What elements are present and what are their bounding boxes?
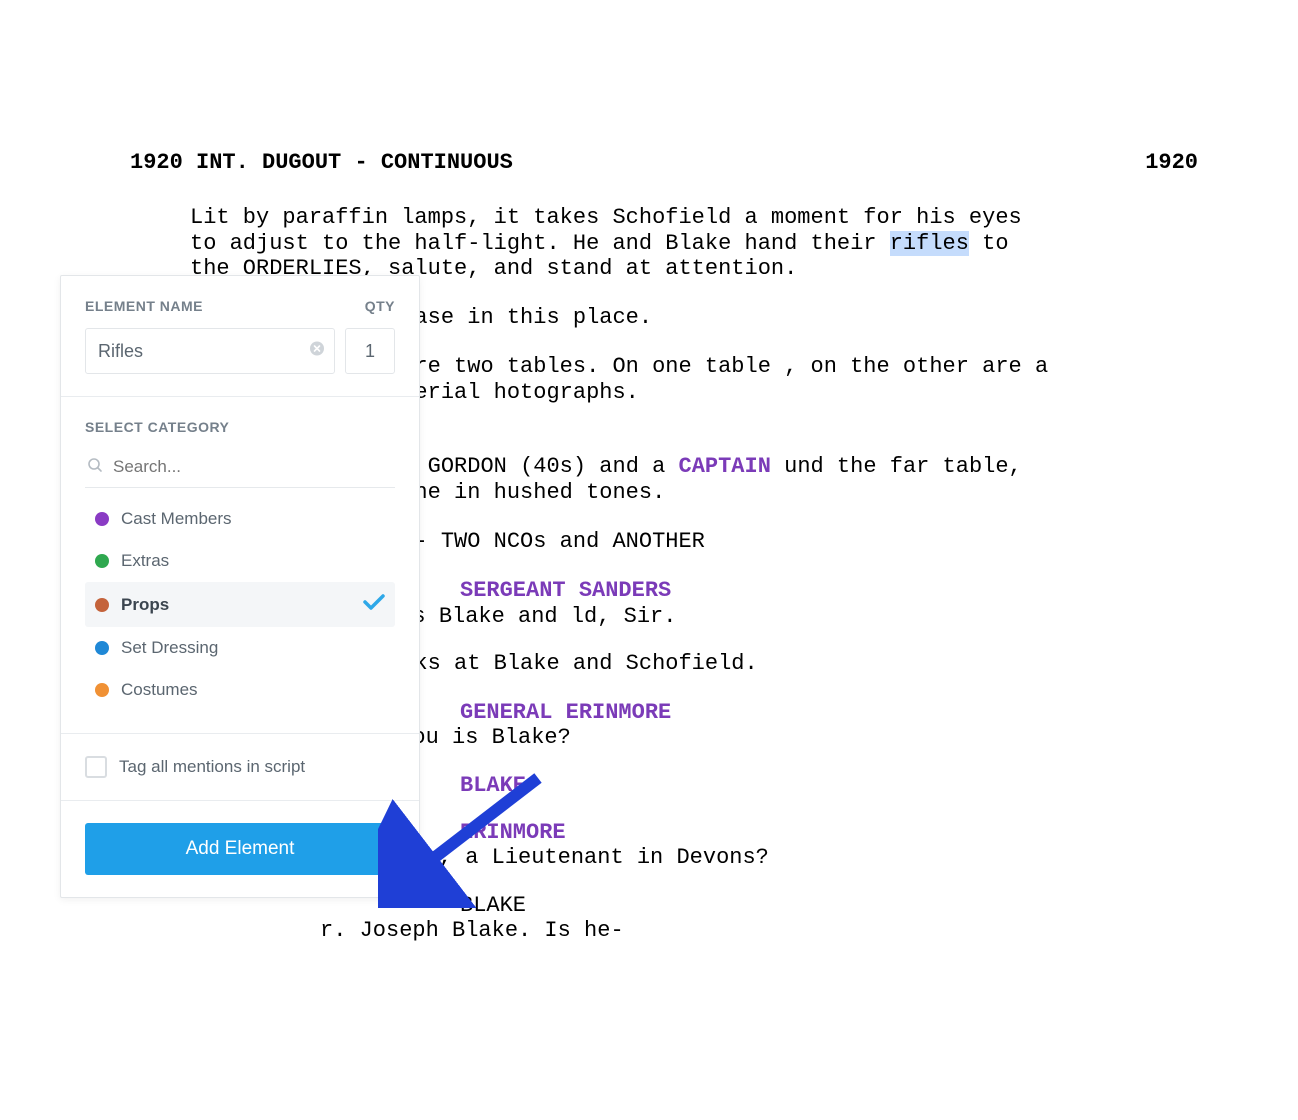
element-name-input[interactable]	[85, 328, 335, 374]
highlighted-word[interactable]: rifles	[890, 231, 969, 256]
category-color-dot	[95, 554, 109, 568]
category-color-dot	[95, 512, 109, 526]
category-item[interactable]: Extras	[85, 540, 395, 582]
element-name-section: ELEMENT NAME QTY	[61, 276, 419, 397]
element-name-label: ELEMENT NAME	[85, 298, 203, 314]
category-color-dot	[95, 641, 109, 655]
category-color-dot	[95, 683, 109, 697]
tag-all-label: Tag all mentions in script	[119, 757, 305, 777]
category-item[interactable]: Costumes	[85, 669, 395, 711]
character-name: GENERAL ERINMORE	[460, 700, 1118, 725]
dialogue-block: BLAKE r. Joseph Blake. Is he-	[190, 893, 1118, 944]
category-color-dot	[95, 598, 109, 612]
category-label: Cast Members	[121, 509, 232, 529]
action-paragraph: Lit by paraffin lamps, it takes Schofiel…	[190, 205, 1050, 281]
dialogue-text: r. Joseph Blake. Is he-	[320, 918, 820, 943]
qty-label: QTY	[365, 298, 395, 314]
clear-icon[interactable]	[309, 341, 325, 362]
character-name: BLAKE	[460, 773, 1118, 798]
category-label: Set Dressing	[121, 638, 218, 658]
character-name: BLAKE	[460, 893, 1118, 918]
check-icon	[363, 593, 385, 616]
category-label: Costumes	[121, 680, 198, 700]
character-name: SERGEANT SANDERS	[460, 578, 1118, 603]
tag-all-checkbox[interactable]	[85, 756, 107, 778]
category-section: SELECT CATEGORY Cast Members Extras Props S…	[61, 397, 419, 734]
category-list: Cast Members Extras Props Set Dressing Costu…	[85, 498, 395, 711]
category-item[interactable]: Set Dressing	[85, 627, 395, 669]
add-element-panel: ELEMENT NAME QTY SELECT CATEGORY Cast Me…	[60, 275, 420, 898]
scene-number-right: 1920	[1145, 150, 1198, 175]
tag-all-section: Tag all mentions in script	[61, 734, 419, 801]
qty-input[interactable]	[345, 328, 395, 374]
category-item[interactable]: Props	[85, 582, 395, 627]
character-name: ERINMORE	[460, 820, 1118, 845]
scene-heading-text: 1920 INT. DUGOUT - CONTINUOUS	[130, 150, 513, 175]
search-icon	[87, 457, 103, 478]
scene-heading: 1920 INT. DUGOUT - CONTINUOUS 1920	[130, 150, 1118, 175]
add-button-section: Add Element	[61, 801, 419, 897]
add-element-button[interactable]: Add Element	[85, 823, 395, 875]
category-item[interactable]: Cast Members	[85, 498, 395, 540]
category-search-input[interactable]	[85, 453, 395, 481]
tagged-role: CAPTAIN	[679, 454, 771, 479]
select-category-label: SELECT CATEGORY	[85, 419, 395, 435]
category-label: Extras	[121, 551, 169, 571]
category-label: Props	[121, 595, 169, 615]
